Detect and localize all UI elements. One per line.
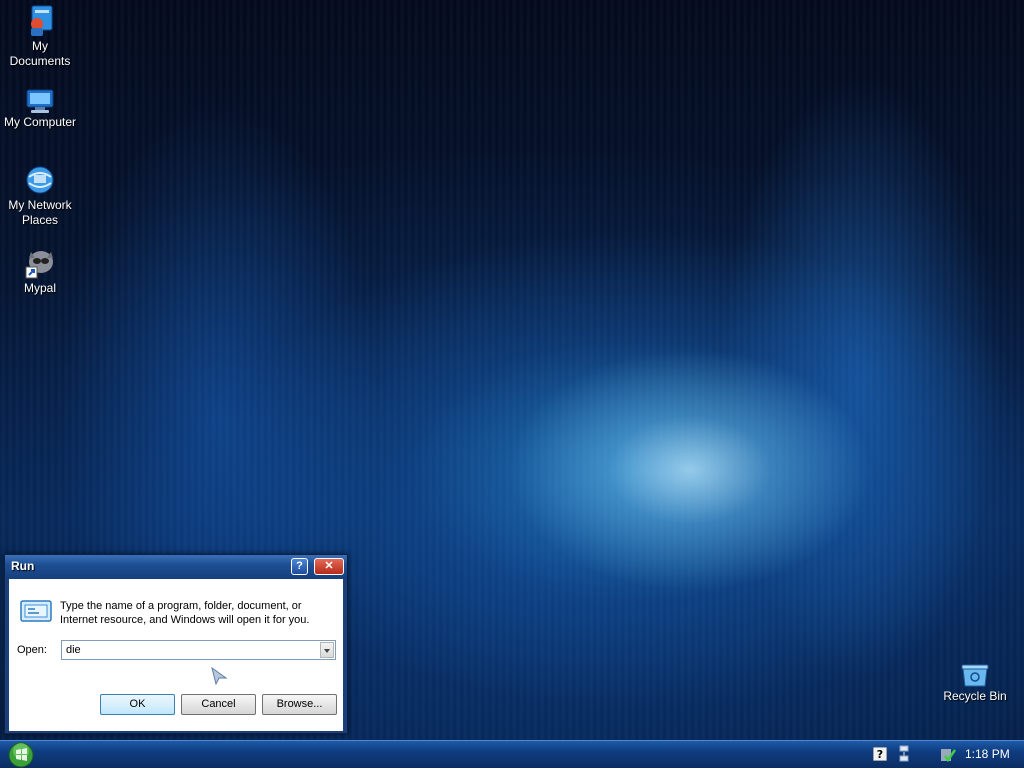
security-shield-icon[interactable] <box>939 746 957 764</box>
desktop-icon-label: My Computer <box>3 115 77 129</box>
start-button[interactable] <box>6 741 36 769</box>
browse-button[interactable]: Browse... <box>262 694 337 715</box>
system-tray: ? 1:18 PM <box>865 741 1024 768</box>
network-tray-icon[interactable] <box>897 744 911 764</box>
mouse-cursor-icon <box>211 666 228 686</box>
help-tray-glyph: ? <box>877 748 883 761</box>
dialog-description: Type the name of a program, folder, docu… <box>60 600 310 626</box>
run-dialog-titlebar[interactable]: Run ? ✕ <box>5 555 347 579</box>
open-input[interactable] <box>62 641 317 659</box>
ok-button[interactable]: OK <box>100 694 175 715</box>
run-icon <box>20 600 52 622</box>
desktop-icon-label: Mypal <box>23 281 56 295</box>
network-places-icon <box>26 166 54 194</box>
my-computer-icon <box>26 89 54 113</box>
recycle-bin-icon <box>961 664 989 687</box>
desktop-icon-label: My Network Places <box>8 198 72 227</box>
cancel-button[interactable]: Cancel <box>181 694 256 715</box>
close-button[interactable]: ✕ <box>314 558 344 575</box>
chevron-down-icon[interactable] <box>320 642 334 658</box>
open-label: Open: <box>17 644 47 656</box>
help-tray-icon[interactable]: ? <box>873 747 887 761</box>
desktop-icon-network-places[interactable]: My Network Places <box>0 165 80 228</box>
desktop-icon-label: Recycle Bin <box>943 689 1007 703</box>
my-documents-icon <box>31 5 53 36</box>
desktop-icon-label: My Documents <box>9 39 71 68</box>
clock[interactable]: 1:18 PM <box>965 747 1010 761</box>
desktop-icon-my-documents[interactable]: My Documents <box>0 4 80 69</box>
taskbar: ? 1:18 PM <box>0 740 1024 768</box>
open-combobox[interactable] <box>61 640 336 660</box>
desktop-icon-mypal[interactable]: Mypal <box>0 248 80 296</box>
run-dialog-body: Type the name of a program, folder, docu… <box>9 579 343 731</box>
dialog-title: Run <box>11 559 35 573</box>
mypal-icon <box>25 251 53 279</box>
desktop-icon-recycle-bin[interactable]: Recycle Bin <box>935 662 1015 704</box>
desktop-icon-my-computer[interactable]: My Computer <box>0 88 80 130</box>
help-button[interactable]: ? <box>291 558 308 575</box>
run-dialog: Run ? ✕ Type the name of a program, fold… <box>4 554 348 734</box>
